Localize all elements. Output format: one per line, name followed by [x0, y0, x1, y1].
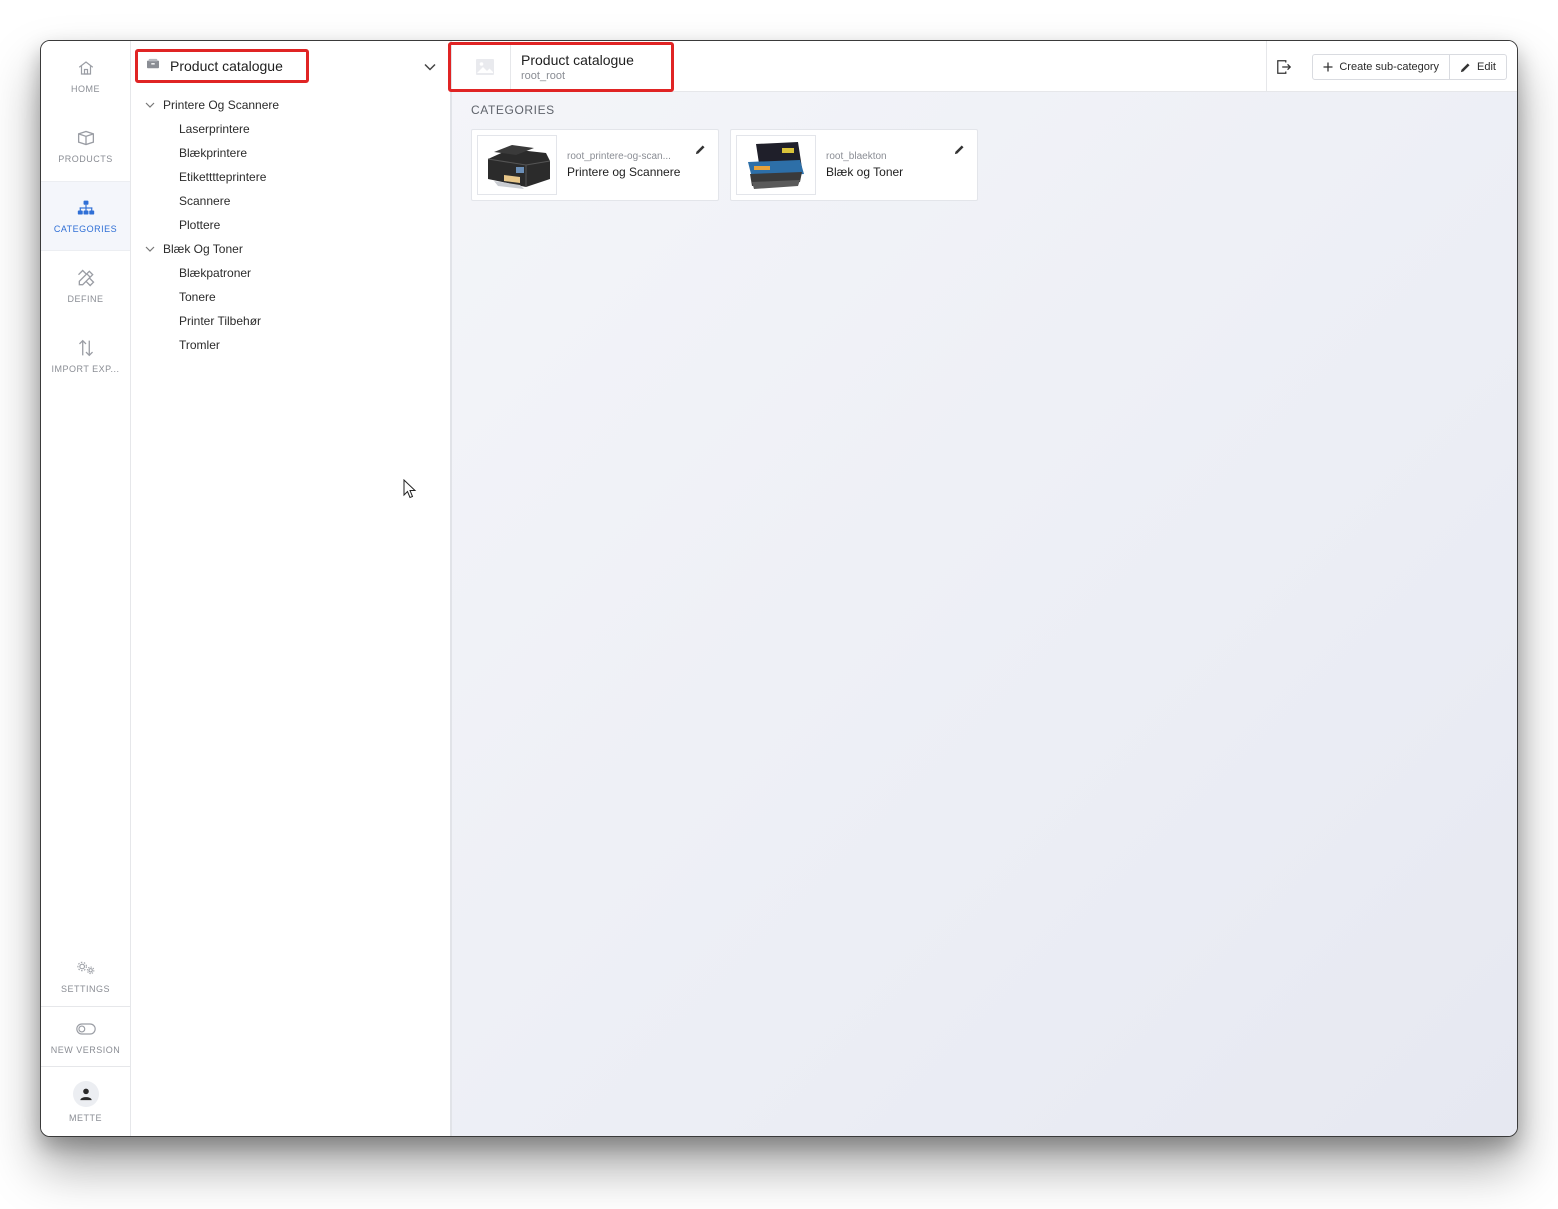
pencil-icon[interactable] — [692, 141, 708, 157]
pencil-icon — [1460, 62, 1470, 72]
tree-header: Product catalogue — [131, 41, 450, 91]
tree-list: Printere Og Scannere Laserprintere Blækp… — [131, 91, 450, 357]
category-card[interactable]: root_printere-og-scan... Printere og Sca… — [471, 129, 719, 201]
pencil-ruler-icon — [76, 268, 96, 288]
section-title: CATEGORIES — [471, 103, 555, 117]
export-icon[interactable] — [1270, 54, 1298, 80]
sitemap-icon — [76, 198, 96, 218]
nav-item-label: DEFINE — [67, 294, 104, 304]
printer-image — [477, 135, 557, 195]
nav-item-new-version[interactable]: NEW VERSION — [41, 1006, 130, 1066]
nav-item-label: HOME — [71, 84, 100, 94]
tree-node-etiketprintere[interactable]: Etiketttteprintere — [131, 165, 450, 189]
tree-node-blaekprintere[interactable]: Blækprintere — [131, 141, 450, 165]
pencil-icon[interactable] — [951, 141, 967, 157]
category-name: Printere og Scannere — [567, 165, 681, 179]
main-content: Product catalogue root_root Create sub-c… — [448, 41, 1517, 1136]
plus-icon — [1323, 62, 1333, 72]
category-header-title-box: Product catalogue root_root — [448, 42, 674, 92]
tree-node-label: Printere Og Scannere — [163, 98, 280, 112]
nav-item-label: IMPORT EXP... — [51, 364, 120, 374]
nav-item-settings[interactable]: SETTINGS — [41, 946, 130, 1006]
tree-node-tonere[interactable]: Tonere — [131, 285, 450, 309]
category-code: root_blaekton — [826, 151, 887, 162]
tree-node-label: Blæk Og Toner — [163, 242, 243, 256]
nav-item-define[interactable]: DEFINE — [41, 251, 130, 321]
tree-node-blaek-og-toner[interactable]: Blæk Og Toner — [131, 237, 450, 261]
tree-node-plottere[interactable]: Plottere — [131, 213, 450, 237]
nav-item-products[interactable]: PRODUCTS — [41, 111, 130, 181]
arrows-up-down-icon — [76, 338, 96, 358]
tree-node-laserprintere[interactable]: Laserprintere — [131, 117, 450, 141]
divider — [1266, 41, 1267, 91]
toggle-icon — [75, 1019, 96, 1039]
user-icon — [79, 1088, 92, 1100]
nav-rail-bottom: SETTINGS NEW VERSION METTE — [41, 946, 130, 1136]
header-button-group: Create sub-category Edit — [1312, 54, 1507, 80]
category-cards: root_printere-og-scan... Printere og Sca… — [471, 129, 978, 201]
category-code: root_printere-og-scan... — [567, 151, 671, 162]
nav-item-label: METTE — [69, 1112, 102, 1123]
nav-item-label: PRODUCTS — [58, 154, 113, 164]
tree-node-printer-tilbehor[interactable]: Printer Tilbehør — [131, 309, 450, 333]
category-tree-panel: Product catalogue Printere Og Scannere L… — [131, 41, 452, 1136]
header-actions: Create sub-category Edit — [1270, 54, 1507, 80]
catalogue-icon — [146, 57, 160, 75]
tree-node-blaekpatroner[interactable]: Blækpatroner — [131, 261, 450, 285]
chevron-down-icon[interactable] — [145, 246, 163, 252]
create-sub-category-label: Create sub-category — [1339, 61, 1440, 73]
tree-node-tromler[interactable]: Tromler — [131, 333, 450, 357]
page-title: Product catalogue — [521, 52, 634, 68]
home-icon — [76, 58, 96, 78]
gears-icon — [76, 958, 96, 978]
nav-item-label: CATEGORIES — [53, 224, 118, 234]
nav-item-label: SETTINGS — [60, 984, 110, 994]
nav-item-user[interactable]: METTE — [41, 1066, 130, 1136]
edit-label: Edit — [1477, 61, 1496, 73]
category-card[interactable]: root_blaekton Blæk og Toner — [730, 129, 978, 201]
app-window: HOME PRODUCTS CATEGORIES DEFINE IMPORT E… — [40, 40, 1518, 1137]
nav-item-label: NEW VERSION — [50, 1044, 121, 1055]
avatar — [72, 1080, 99, 1107]
catalogue-selector[interactable]: Product catalogue — [135, 49, 309, 83]
category-header: Product catalogue root_root Create sub-c… — [448, 41, 1517, 92]
category-name: Blæk og Toner — [826, 165, 904, 179]
chevron-down-icon[interactable] — [145, 102, 163, 108]
nav-item-categories[interactable]: CATEGORIES — [41, 181, 130, 251]
nav-item-home[interactable]: HOME — [41, 41, 130, 111]
tree-node-printere-og-scannere[interactable]: Printere Og Scannere — [131, 93, 450, 117]
tree-node-scannere[interactable]: Scannere — [131, 189, 450, 213]
edit-button[interactable]: Edit — [1449, 55, 1506, 79]
chevron-down-icon[interactable] — [424, 58, 436, 76]
nav-item-import-export[interactable]: IMPORT EXP... — [41, 321, 130, 391]
page-code: root_root — [521, 70, 566, 82]
nav-rail: HOME PRODUCTS CATEGORIES DEFINE IMPORT E… — [41, 41, 131, 1136]
box-icon — [76, 128, 96, 148]
toner-image — [736, 135, 816, 195]
create-sub-category-button[interactable]: Create sub-category — [1313, 55, 1449, 79]
tree-title: Product catalogue — [170, 58, 283, 74]
image-placeholder-icon — [459, 45, 511, 89]
mouse-cursor-icon — [403, 478, 417, 504]
